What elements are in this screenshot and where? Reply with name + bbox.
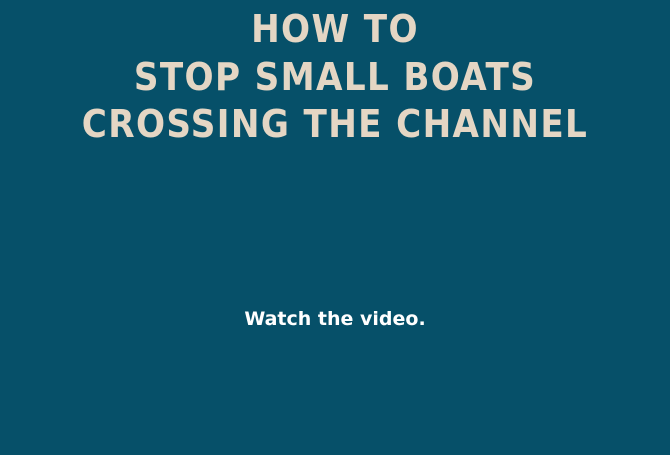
- video-hero: HOW TO STOP SMALL BOATS CROSSING THE CHA…: [0, 0, 670, 455]
- headline-line-1: HOW TO: [251, 7, 419, 51]
- headline-line-3: CROSSING THE CHANNEL: [81, 102, 589, 146]
- headline-line-2: STOP SMALL BOATS: [133, 55, 537, 99]
- watch-video-link[interactable]: Watch the video.: [0, 310, 670, 329]
